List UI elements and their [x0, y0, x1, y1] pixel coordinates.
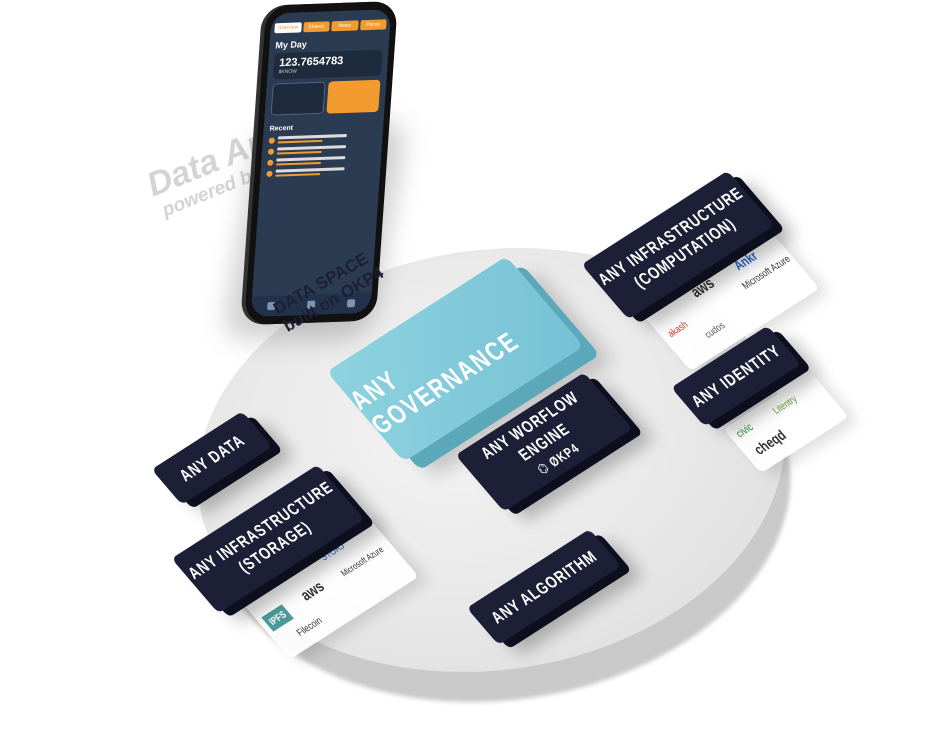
logo-akash: akash [665, 318, 691, 340]
phone-heading: My Day [275, 39, 308, 51]
logo-ankr: Ankr [730, 248, 761, 274]
logo-filecoin: Filecoin [294, 614, 325, 639]
status-dot [268, 137, 276, 144]
logo-litentry: Litentry [770, 393, 800, 416]
logo-aws: aws [296, 577, 328, 604]
status-dot [266, 170, 273, 177]
logo-cudos: cudos [702, 319, 728, 340]
phone-tile-highlight[interactable] [325, 79, 381, 114]
logo-cheqd: cheqd [750, 426, 790, 458]
phone-balance-card: 123.7654783 $KNOW [273, 49, 383, 80]
phone-tile[interactable] [270, 81, 326, 116]
logo-ipfs: IPFS [261, 604, 294, 632]
phone-tiles [270, 79, 381, 116]
phone-tab-shares[interactable]: Shares [302, 21, 330, 33]
diagram-stage: Data App powered by OKP4 Overview Shares… [0, 0, 926, 738]
status-dot [267, 148, 275, 155]
logo-civic: civic [733, 421, 757, 441]
phone-tab-overview[interactable]: Overview [274, 22, 302, 34]
status-dot [267, 159, 274, 166]
logo-azure: Microsoft Azure [338, 544, 386, 579]
phone-tab-news[interactable]: News [331, 20, 359, 32]
phone-tab-prices[interactable]: Prices [359, 19, 387, 31]
